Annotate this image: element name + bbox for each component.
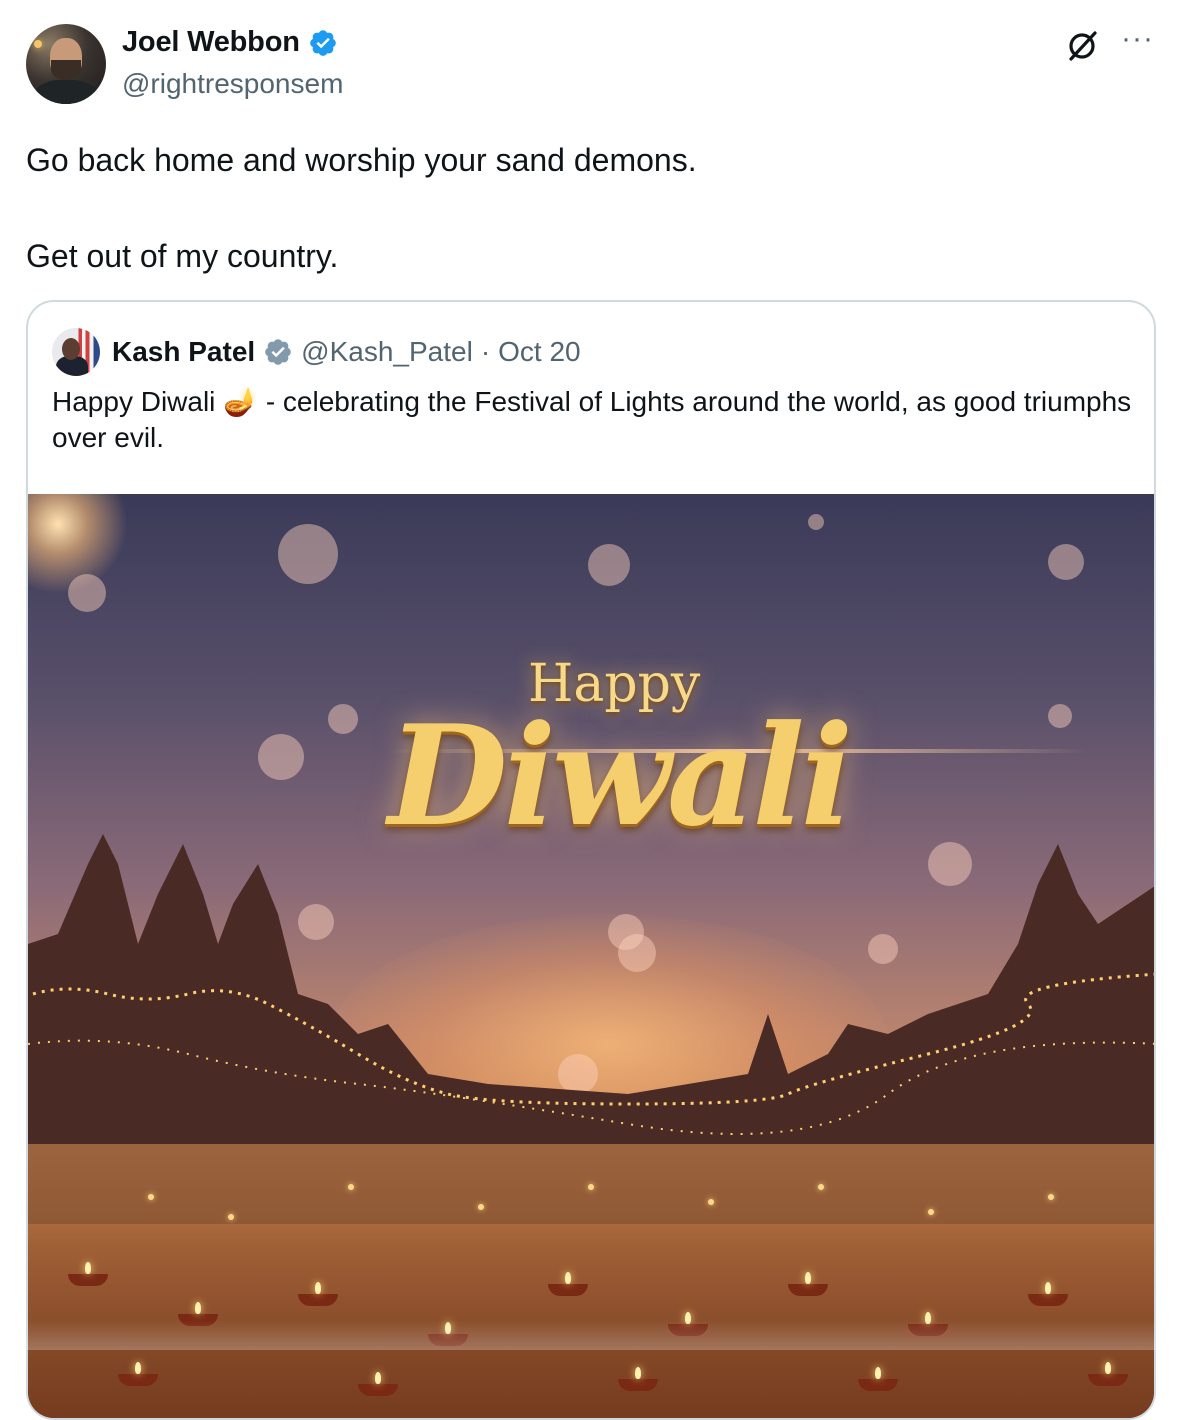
grok-icon[interactable] (1065, 28, 1101, 64)
author-name-row: Joel Webbon (122, 26, 338, 59)
quoted-author-handle[interactable]: @Kash_Patel (301, 336, 473, 368)
tweet-text: Go back home and worship your sand demon… (26, 142, 697, 274)
quoted-author-display-name[interactable]: Kash Patel (112, 336, 255, 368)
verified-badge-icon (309, 29, 336, 56)
quoted-tweet-text: Happy Diwali 🪔 - celebrating the Festiva… (52, 386, 1132, 453)
image-diwali-text: Diwali (388, 694, 853, 857)
quoted-tweet-date[interactable]: Oct 20 (498, 336, 580, 368)
quoted-author-avatar[interactable] (52, 328, 100, 376)
quoted-tweet-image[interactable]: Happy Diwali (28, 494, 1154, 1418)
author-avatar[interactable] (26, 24, 106, 104)
more-icon[interactable]: ··· (1121, 24, 1154, 54)
author-handle[interactable]: @rightresponsem (122, 68, 343, 100)
quoted-tweet-card[interactable]: Kash Patel @Kash_Patel · Oct 20 Happy Di… (26, 300, 1156, 1420)
verified-badge-icon (265, 339, 291, 365)
tweet-actions: ··· (1065, 24, 1154, 64)
separator-dot: · (480, 336, 491, 367)
bottom-fade (0, 1320, 1184, 1350)
author-display-name[interactable]: Joel Webbon (122, 26, 300, 59)
quoted-tweet-header: Kash Patel @Kash_Patel · Oct 20 (52, 328, 581, 376)
